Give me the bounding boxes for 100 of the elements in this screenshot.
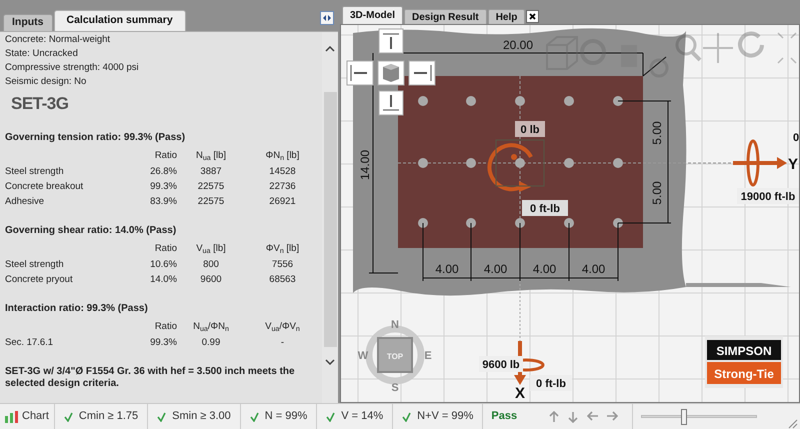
scroll-down-icon[interactable] <box>325 359 335 365</box>
view-direction-button[interactable] <box>378 60 404 86</box>
compass-label: TOP <box>386 352 404 361</box>
column-header: V$_{ua}$ [lb] <box>195 242 227 255</box>
y-axis-arrow-icon <box>733 140 787 186</box>
anchor-bolt <box>418 218 428 228</box>
logo-text: SIMPSON <box>707 340 781 360</box>
section-heading: Interaction ratio: 99.3% (Pass) <box>5 302 149 316</box>
section-heading: Governing tension ratio: 99.3% (Pass) <box>5 131 186 145</box>
logo-text: Strong-Tie <box>707 362 781 384</box>
table-cell-text: 14.0% <box>149 273 177 287</box>
force-label: 0 <box>792 132 799 144</box>
column-header: Ratio <box>154 242 177 255</box>
column-header: N$_{ua}$/ΦN$_{n}$ <box>192 320 230 333</box>
chart-button[interactable]: Chart <box>0 404 55 429</box>
table-cell-text: 9600 <box>199 273 223 287</box>
table-cell-text: 26.8% <box>149 165 177 179</box>
anchor-bolt <box>515 158 525 168</box>
compass-label: N <box>391 319 399 331</box>
table-cell-text: 99.3% <box>149 180 177 194</box>
column-header: ΦV$_{n}$ [lb] <box>264 242 300 255</box>
dimension-label: 14.00 <box>358 150 372 180</box>
result-label: Pass <box>490 409 518 424</box>
moment-arrow-icon <box>488 140 544 192</box>
view-direction-button[interactable] <box>378 28 404 54</box>
column-header: ΦN$_{n}$ [lb] <box>264 149 300 162</box>
anchor-bolt <box>564 158 574 168</box>
up-arrow-icon[interactable] <box>548 410 561 422</box>
right-arrow-icon[interactable] <box>606 410 618 422</box>
table-cell-text: 14528 <box>268 165 297 179</box>
anchor-bolt <box>466 96 476 106</box>
check-label: V = 14% <box>341 409 384 424</box>
anchor-bolt <box>613 96 623 106</box>
product-logo: SET-3G <box>11 94 70 114</box>
info-line: State: Uncracked <box>5 47 79 61</box>
dimension-label: 4.00 <box>435 262 459 276</box>
compass-label: S <box>391 382 399 394</box>
table-cell-text: 68563 <box>268 273 297 287</box>
close-icon <box>529 13 536 20</box>
check-label: Smin ≥ 3.00 <box>172 409 231 424</box>
anchor-bolt <box>515 96 525 106</box>
moment-label: 0 ft-lb <box>530 375 572 391</box>
force-label: 0 lb <box>515 121 545 137</box>
anchor-bolt <box>466 158 476 168</box>
check-label: N+V = 99% <box>417 409 474 424</box>
table-cell-text: 3887 <box>199 165 223 179</box>
table-cell-text: Steel strength <box>5 258 65 272</box>
zoom-slider[interactable] <box>640 408 757 424</box>
anchor-bolt <box>564 96 574 106</box>
table-cell-text: 26921 <box>268 195 297 209</box>
section-heading: Governing shear ratio: 14.0% (Pass) <box>5 224 178 238</box>
tab[interactable]: 3D-Model <box>342 6 403 24</box>
tab[interactable]: Design Result <box>404 9 487 24</box>
split-view-button[interactable] <box>320 11 334 25</box>
check-label: Cmin ≥ 1.75 <box>78 409 138 424</box>
table-cell-text: Sec. 17.6.1 <box>5 336 54 350</box>
dimension-label: 4.00 <box>532 262 556 276</box>
slider-thumb[interactable] <box>681 408 688 424</box>
anchor-bolt <box>564 218 574 228</box>
view-direction-button[interactable] <box>408 60 436 86</box>
tab[interactable]: Calculation summary <box>54 10 186 31</box>
table-cell-text: Concrete pryout <box>5 273 74 287</box>
info-line: Seismic design: No <box>5 75 88 89</box>
view-toolbar-icons[interactable] <box>546 32 797 78</box>
table-cell-text: 22575 <box>196 195 226 209</box>
dimension-label: 5.00 <box>650 121 664 145</box>
anchor-bolt <box>466 218 476 228</box>
column-header: Ratio <box>154 320 177 333</box>
table-cell-text: 83.9% <box>149 195 177 209</box>
split-view-icon <box>323 15 331 21</box>
table-cell-text: - <box>280 336 286 350</box>
column-header: Ratio <box>154 149 177 162</box>
compass-label: E <box>424 350 432 362</box>
scrollbar[interactable] <box>322 32 338 403</box>
dimension-label: 20.00 <box>502 38 534 52</box>
dimension-label: 4.00 <box>582 262 606 276</box>
left-arrow-icon[interactable] <box>586 410 599 422</box>
close-button[interactable] <box>526 10 540 23</box>
view-direction-button[interactable] <box>346 60 374 86</box>
tab[interactable]: Inputs <box>3 14 52 31</box>
column-header: V$_{ua}$/ΦV$_{n}$ <box>264 320 301 333</box>
down-arrow-icon[interactable] <box>568 410 580 422</box>
check-label: N = 99% <box>264 409 308 424</box>
dimension-label: 5.00 <box>650 181 664 205</box>
tab[interactable]: Help <box>488 9 526 24</box>
resize-grip-icon[interactable] <box>788 419 798 429</box>
table-cell-text: 7556 <box>270 258 294 272</box>
table-cell-text: 10.6% <box>149 258 177 272</box>
info-line: Compressive strength: 4000 psi <box>5 61 140 75</box>
table-cell-text: Steel strength <box>5 165 65 179</box>
view-direction-button[interactable] <box>378 90 404 116</box>
scroll-up-icon[interactable] <box>325 46 335 52</box>
conclusion-text: SET-3G w/ 3/4"Ø F1554 Gr. 36 with hef = 3.500 inch meets the selected design criteria. <box>5 366 296 390</box>
moment-label: 0 ft-lb <box>522 200 568 216</box>
info-line: Concrete: Normal-weight <box>5 33 112 47</box>
column-header: N$_{ua}$ [lb] <box>194 149 228 162</box>
bar-chart-icon <box>5 410 18 422</box>
scrollbar-thumb[interactable] <box>324 92 336 347</box>
anchor-bolt <box>613 218 623 228</box>
table-cell-text: 22736 <box>268 180 297 194</box>
